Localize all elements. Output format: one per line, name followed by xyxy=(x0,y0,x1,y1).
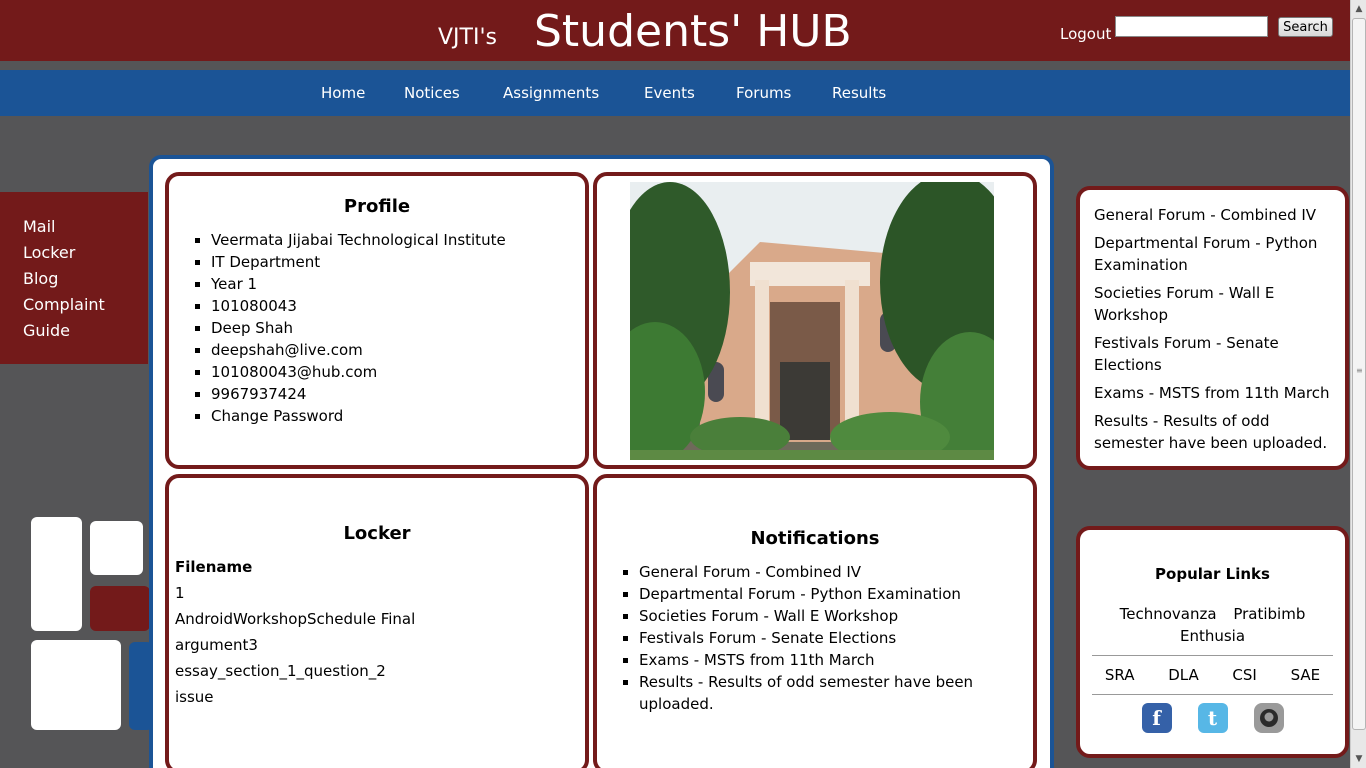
social-links: f t xyxy=(1080,703,1345,733)
locker-card: Locker Filename 1 AndroidWorkshopSchedul… xyxy=(165,474,589,768)
news-item[interactable]: Societies Forum - Wall E Workshop xyxy=(1094,282,1331,326)
news-item[interactable]: Festivals Forum - Senate Elections xyxy=(1094,332,1331,376)
profile-id: 101080043 xyxy=(211,295,585,317)
locker-file[interactable]: essay_section_1_question_2 xyxy=(175,660,585,686)
locker-file[interactable]: 1 xyxy=(175,582,585,608)
nav-notices[interactable]: Notices xyxy=(404,84,460,102)
link-pratibimb[interactable]: Pratibimb xyxy=(1233,605,1305,623)
decor-tile xyxy=(31,517,82,631)
sidebar-item-mail[interactable]: Mail xyxy=(23,216,148,242)
divider xyxy=(1092,655,1333,656)
popular-links-row: Technovanza Pratibimb Enthusia xyxy=(1080,603,1345,647)
profile-hub-email: 101080043@hub.com xyxy=(211,361,585,383)
notification-item[interactable]: Results - Results of odd semester have b… xyxy=(639,671,1033,715)
news-item[interactable]: Departmental Forum - Python Examination xyxy=(1094,232,1331,276)
link-sae[interactable]: SAE xyxy=(1291,666,1321,684)
github-icon[interactable] xyxy=(1253,703,1284,733)
link-enthusia[interactable]: Enthusia xyxy=(1180,627,1245,645)
link-dla[interactable]: DLA xyxy=(1168,666,1199,684)
society-links-row: SRA DLA CSI SAE xyxy=(1080,664,1345,686)
locker-title: Locker xyxy=(343,523,411,544)
scroll-thumb[interactable]: ≡ xyxy=(1352,18,1366,730)
link-csi[interactable]: CSI xyxy=(1232,666,1256,684)
popular-links-panel: Popular Links Technovanza Pratibimb Enth… xyxy=(1076,526,1349,758)
notifications-title: Notifications xyxy=(750,528,880,549)
notification-item[interactable]: Societies Forum - Wall E Workshop xyxy=(639,605,1033,627)
search-input[interactable] xyxy=(1115,16,1268,37)
link-sra[interactable]: SRA xyxy=(1105,666,1135,684)
news-item[interactable]: General Forum - Combined IV xyxy=(1094,204,1331,226)
notification-item[interactable]: Exams - MSTS from 11th March xyxy=(639,649,1033,671)
page-scrollbar[interactable]: ▲ ≡ ▼ xyxy=(1350,0,1366,768)
facebook-icon[interactable]: f xyxy=(1141,703,1172,733)
campus-photo xyxy=(630,182,994,460)
decor-tile xyxy=(31,640,121,730)
locker-filename-header: Filename xyxy=(175,558,253,576)
nav-results[interactable]: Results xyxy=(832,84,886,102)
profile-email: deepshah@live.com xyxy=(211,339,585,361)
sidebar-item-locker[interactable]: Locker xyxy=(23,242,148,268)
nav-home[interactable]: Home xyxy=(321,84,365,102)
notifications-list: General Forum - Combined IV Departmental… xyxy=(597,561,1033,715)
notification-item[interactable]: Departmental Forum - Python Examination xyxy=(639,583,1033,605)
decor-tile xyxy=(90,586,150,631)
notifications-card: Notifications General Forum - Combined I… xyxy=(593,474,1037,768)
locker-file[interactable]: issue xyxy=(175,686,585,712)
sidebar-item-guide[interactable]: Guide xyxy=(23,320,148,346)
news-item[interactable]: Exams - MSTS from 11th March xyxy=(1094,382,1331,404)
notification-item[interactable]: Festivals Forum - Senate Elections xyxy=(639,627,1033,649)
side-menu: Mail Locker Blog Complaint Guide xyxy=(0,192,148,364)
main-nav: Home Notices Assignments Events Forums R… xyxy=(0,70,1350,116)
link-technovanza[interactable]: Technovanza xyxy=(1120,605,1217,623)
locker-file[interactable]: argument3 xyxy=(175,634,585,660)
profile-institute: Veermata Jijabai Technological Institute xyxy=(211,229,585,251)
site-title: Students' HUB xyxy=(534,6,852,57)
locker-file-list: Filename 1 AndroidWorkshopSchedule Final… xyxy=(169,556,585,712)
brand-prefix: VJTI's xyxy=(438,25,497,50)
nav-events[interactable]: Events xyxy=(644,84,695,102)
profile-phone: 9967937424 xyxy=(211,383,585,405)
profile-title: Profile xyxy=(343,196,411,217)
scroll-down-icon[interactable]: ▼ xyxy=(1353,752,1365,766)
sidebar-item-blog[interactable]: Blog xyxy=(23,268,148,294)
decor-tile xyxy=(90,521,143,575)
search-button[interactable]: Search xyxy=(1278,17,1333,37)
scroll-grip-icon: ≡ xyxy=(1356,366,1363,375)
sidebar-item-complaint[interactable]: Complaint xyxy=(23,294,148,320)
campus-photo-card xyxy=(593,172,1037,469)
profile-name: Deep Shah xyxy=(211,317,585,339)
profile-year: Year 1 xyxy=(211,273,585,295)
nav-forums[interactable]: Forums xyxy=(736,84,791,102)
news-item[interactable]: Results - Results of odd semester have b… xyxy=(1094,410,1331,454)
profile-card: Profile Veermata Jijabai Technological I… xyxy=(165,172,589,469)
popular-links-title: Popular Links xyxy=(1155,565,1270,583)
profile-department: IT Department xyxy=(211,251,585,273)
logout-link[interactable]: Logout xyxy=(1060,25,1111,43)
change-password-link[interactable]: Change Password xyxy=(211,405,585,427)
header-bar: VJTI's Students' HUB Logout Search xyxy=(0,0,1350,61)
nav-assignments[interactable]: Assignments xyxy=(503,84,599,102)
locker-file[interactable]: AndroidWorkshopSchedule Final xyxy=(175,608,585,634)
notification-item[interactable]: General Forum - Combined IV xyxy=(639,561,1033,583)
profile-list: Veermata Jijabai Technological Institute… xyxy=(169,229,585,427)
scroll-up-icon[interactable]: ▲ xyxy=(1353,2,1365,16)
twitter-icon[interactable]: t xyxy=(1197,703,1228,733)
divider xyxy=(1092,694,1333,695)
news-panel: General Forum - Combined IV Departmental… xyxy=(1076,186,1349,470)
